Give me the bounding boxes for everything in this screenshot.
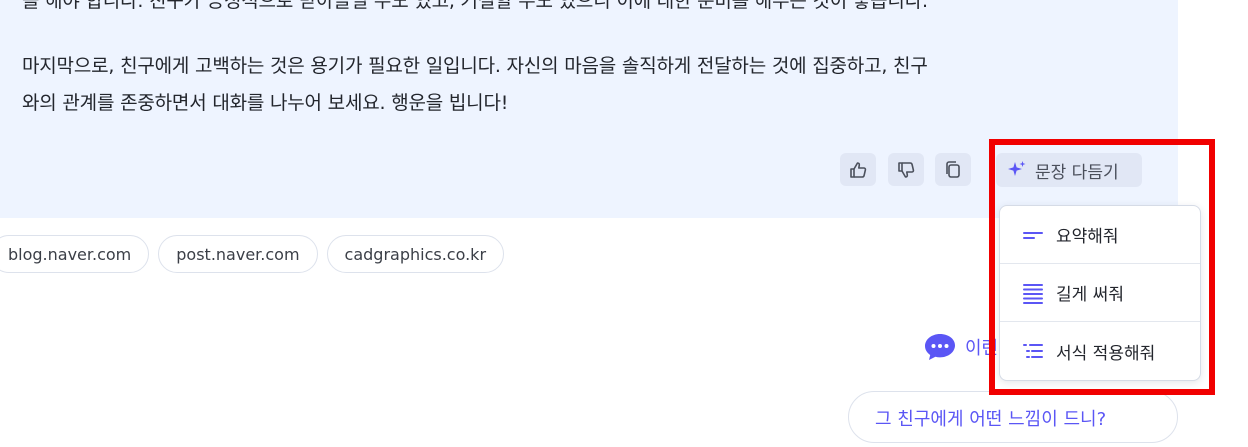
suggested-question[interactable]: 그 친구에게 어떤 느낌이 드니? <box>848 391 1178 443</box>
source-chip[interactable]: post.naver.com <box>158 235 318 273</box>
menu-item-label: 서식 적용해줘 <box>1056 343 1156 364</box>
followup-header: 이런 <box>923 332 998 362</box>
answer-line-1: 마지막으로, 친구에게 고백하는 것은 용기가 필요한 일입니다. 자신의 마음… <box>22 55 928 77</box>
copy-button[interactable] <box>935 153 971 186</box>
sparkle-icon <box>1008 161 1026 176</box>
source-chip[interactable]: blog.naver.com <box>0 235 150 273</box>
short-lines-icon <box>1023 231 1043 239</box>
answer-line-2: 와의 관계를 존중하면서 대화를 나누어 보세요. 행운을 빕니다! <box>22 92 509 114</box>
menu-item-label: 길게 써줘 <box>1056 285 1124 305</box>
source-chip[interactable]: cadgraphics.co.kr <box>326 235 505 273</box>
source-list: blog.naver.com post.naver.com cadgraphic… <box>0 235 505 273</box>
answer-paragraph-cut: 을 해야 합니다. 친구가 긍정적으로 받아들일 수도 있고, 거절할 수도 있… <box>22 0 928 12</box>
like-button[interactable] <box>840 153 876 186</box>
menu-item-format[interactable]: 서식 적용해줘 <box>1000 322 1200 380</box>
copy-icon <box>946 160 960 178</box>
dislike-button[interactable] <box>888 153 924 186</box>
thumbs-down-icon <box>898 161 915 178</box>
menu-item-summarize[interactable]: 요약해줘 <box>1000 206 1200 264</box>
menu-item-expand[interactable]: 길게 써줘 <box>1000 264 1200 322</box>
list-format-icon <box>1023 344 1043 358</box>
chat-bubble-icon <box>925 334 955 360</box>
rewrite-label: 문장 다듬기 <box>1035 162 1119 183</box>
followup-label: 이런 <box>965 338 999 359</box>
long-lines-icon <box>1023 283 1043 304</box>
rewrite-menu: 요약해줘 길게 써줘 서식 적용해줘 <box>999 205 1201 381</box>
answer-paragraph-last: 마지막으로, 친구에게 고백하는 것은 용기가 필요한 일입니다. 자신의 마음… <box>22 48 928 122</box>
thumbs-up-icon <box>850 161 867 178</box>
rewrite-button[interactable]: 문장 다듬기 <box>996 153 1142 187</box>
answer-panel: 을 해야 합니다. 친구가 긍정적으로 받아들일 수도 있고, 거절할 수도 있… <box>0 0 1178 218</box>
menu-item-label: 요약해줘 <box>1056 227 1119 247</box>
